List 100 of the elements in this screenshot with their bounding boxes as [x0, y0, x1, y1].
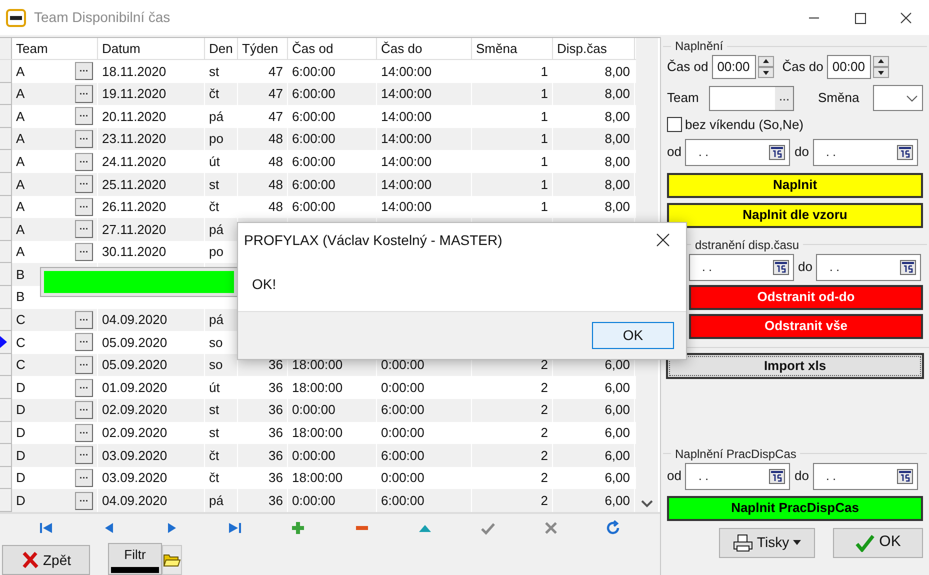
table-cell-text: 0:00:00	[381, 469, 424, 488]
table-cell-text: 14:00:00	[381, 176, 432, 194]
time-field[interactable]: 00:00	[827, 55, 872, 79]
ellipsis-button[interactable]	[75, 424, 93, 442]
action-button[interactable]: Odstranit vše	[689, 314, 923, 338]
ellipsis-button[interactable]	[75, 333, 93, 352]
calendar-icon[interactable]	[900, 260, 916, 274]
ellipsis-button[interactable]	[75, 152, 93, 171]
date-field[interactable]: . .	[812, 462, 918, 490]
last-record-icon[interactable]	[227, 520, 244, 536]
ellipsis-icon	[80, 206, 88, 208]
date-field[interactable]: . .	[812, 138, 918, 166]
action-button[interactable]: Naplnit PracDispCas	[667, 496, 923, 520]
action-button[interactable]: Naplnit dle vzoru	[667, 202, 923, 228]
table-cell-text: 6:00:00	[381, 446, 424, 465]
action-button[interactable]: Odstranit od-do	[689, 284, 923, 310]
filter-button[interactable]: Filtr	[108, 543, 162, 575]
back-button[interactable]: Zpět	[2, 545, 90, 575]
column-header[interactable]: Disp.čas	[553, 38, 635, 59]
date-field[interactable]: . .	[685, 138, 790, 166]
table-cell-text: 2	[540, 401, 548, 420]
shift-dropdown[interactable]	[873, 85, 923, 111]
ellipsis-button[interactable]	[75, 378, 93, 397]
table-cell-text: A	[16, 108, 25, 126]
table-cell-text: 48	[268, 176, 283, 194]
table-cell-text: 01.09.2020	[102, 378, 168, 397]
ellipsis-button[interactable]	[75, 198, 93, 216]
column-header[interactable]: Čas od	[288, 38, 377, 59]
calendar-icon[interactable]	[773, 260, 789, 274]
x-icon	[20, 551, 39, 569]
date-field[interactable]: . .	[816, 254, 922, 280]
ellipsis-button[interactable]	[75, 62, 93, 80]
field-label: do	[798, 258, 812, 276]
scroll-down-icon[interactable]	[641, 500, 653, 508]
field-label: Team	[667, 89, 700, 108]
print-button[interactable]: Tisky	[719, 528, 815, 558]
folder-button[interactable]	[162, 545, 182, 575]
ellipsis-icon	[80, 500, 88, 502]
column-header[interactable]: Týden	[238, 38, 288, 59]
table-cell-text: 8,00	[604, 176, 630, 194]
table-cell-text: 36	[268, 424, 283, 442]
table-cell-text: 04.09.2020	[102, 492, 168, 510]
ellipsis-button[interactable]	[75, 130, 93, 148]
field-label: od	[667, 467, 682, 486]
ellipsis-button[interactable]	[75, 310, 93, 329]
table-cell-text: 02.09.2020	[102, 401, 168, 420]
calendar-icon[interactable]	[896, 468, 913, 484]
calendar-icon[interactable]	[896, 144, 913, 160]
date-field[interactable]: . .	[689, 254, 794, 280]
column-header[interactable]: Den	[205, 38, 238, 59]
table-cell-text: 02.09.2020	[102, 424, 168, 442]
table-cell-text: pá	[209, 220, 224, 239]
table-cell-text: 36	[268, 356, 283, 374]
calendar-icon[interactable]	[769, 468, 786, 484]
ok-button[interactable]: OK	[833, 528, 923, 558]
date-field[interactable]: . .	[685, 462, 790, 490]
ellipsis-button[interactable]	[75, 401, 93, 420]
app-icon	[6, 8, 26, 26]
ellipsis-button[interactable]	[75, 243, 93, 262]
first-record-icon[interactable]	[38, 520, 54, 536]
ellipsis-icon	[80, 115, 88, 118]
group-title: dstranění disp.času	[694, 236, 800, 254]
column-header[interactable]: Datum	[98, 38, 205, 59]
table-cell-text: 27.11.2020	[102, 220, 166, 239]
time-field[interactable]: 00:00	[712, 55, 756, 79]
ellipsis-icon	[80, 341, 88, 344]
table-cell-text: 36	[268, 401, 283, 420]
ellipsis-button[interactable]	[75, 446, 93, 464]
calendar-icon[interactable]	[769, 144, 786, 160]
column-header[interactable]: Čas do	[377, 38, 472, 59]
spinner-icon[interactable]	[873, 56, 890, 78]
field-label: Čas do	[782, 58, 824, 76]
ellipsis-icon	[80, 432, 88, 434]
column-header[interactable]: Team	[12, 38, 98, 59]
ellipsis-button[interactable]	[75, 492, 93, 510]
ellipsis-button[interactable]	[75, 84, 93, 103]
table-cell-text: 26.11.2020	[102, 198, 166, 216]
table-cell-text: 14:00:00	[381, 130, 432, 148]
team-field[interactable]	[709, 86, 794, 110]
import-button[interactable]: Import xls	[666, 352, 924, 378]
table-cell-text: B	[16, 288, 25, 306]
ellipsis-button[interactable]	[75, 175, 93, 194]
ellipsis-button[interactable]	[75, 220, 93, 238]
dialog-ok-button[interactable]: OK	[592, 322, 674, 349]
table-cell-text: 6:00:00	[292, 130, 336, 148]
ellipsis-icon[interactable]	[775, 86, 793, 110]
spinner-icon[interactable]	[758, 56, 774, 78]
table-cell-text: 6:00:00	[292, 198, 336, 216]
table-cell-text: 47	[268, 62, 283, 81]
column-header[interactable]: Směna	[472, 38, 553, 59]
table-cell-text: 05.09.2020	[102, 356, 168, 374]
ellipsis-button[interactable]	[75, 356, 93, 374]
row-indicator[interactable]	[0, 331, 12, 354]
checkbox[interactable]	[667, 117, 682, 132]
action-button[interactable]: Naplnit	[667, 172, 923, 198]
plus-icon[interactable]	[290, 520, 306, 536]
table-cell-text: 0:00:00	[381, 424, 424, 442]
ellipsis-button[interactable]	[75, 468, 93, 487]
close-icon[interactable]	[656, 233, 670, 247]
ellipsis-button[interactable]	[75, 107, 93, 126]
